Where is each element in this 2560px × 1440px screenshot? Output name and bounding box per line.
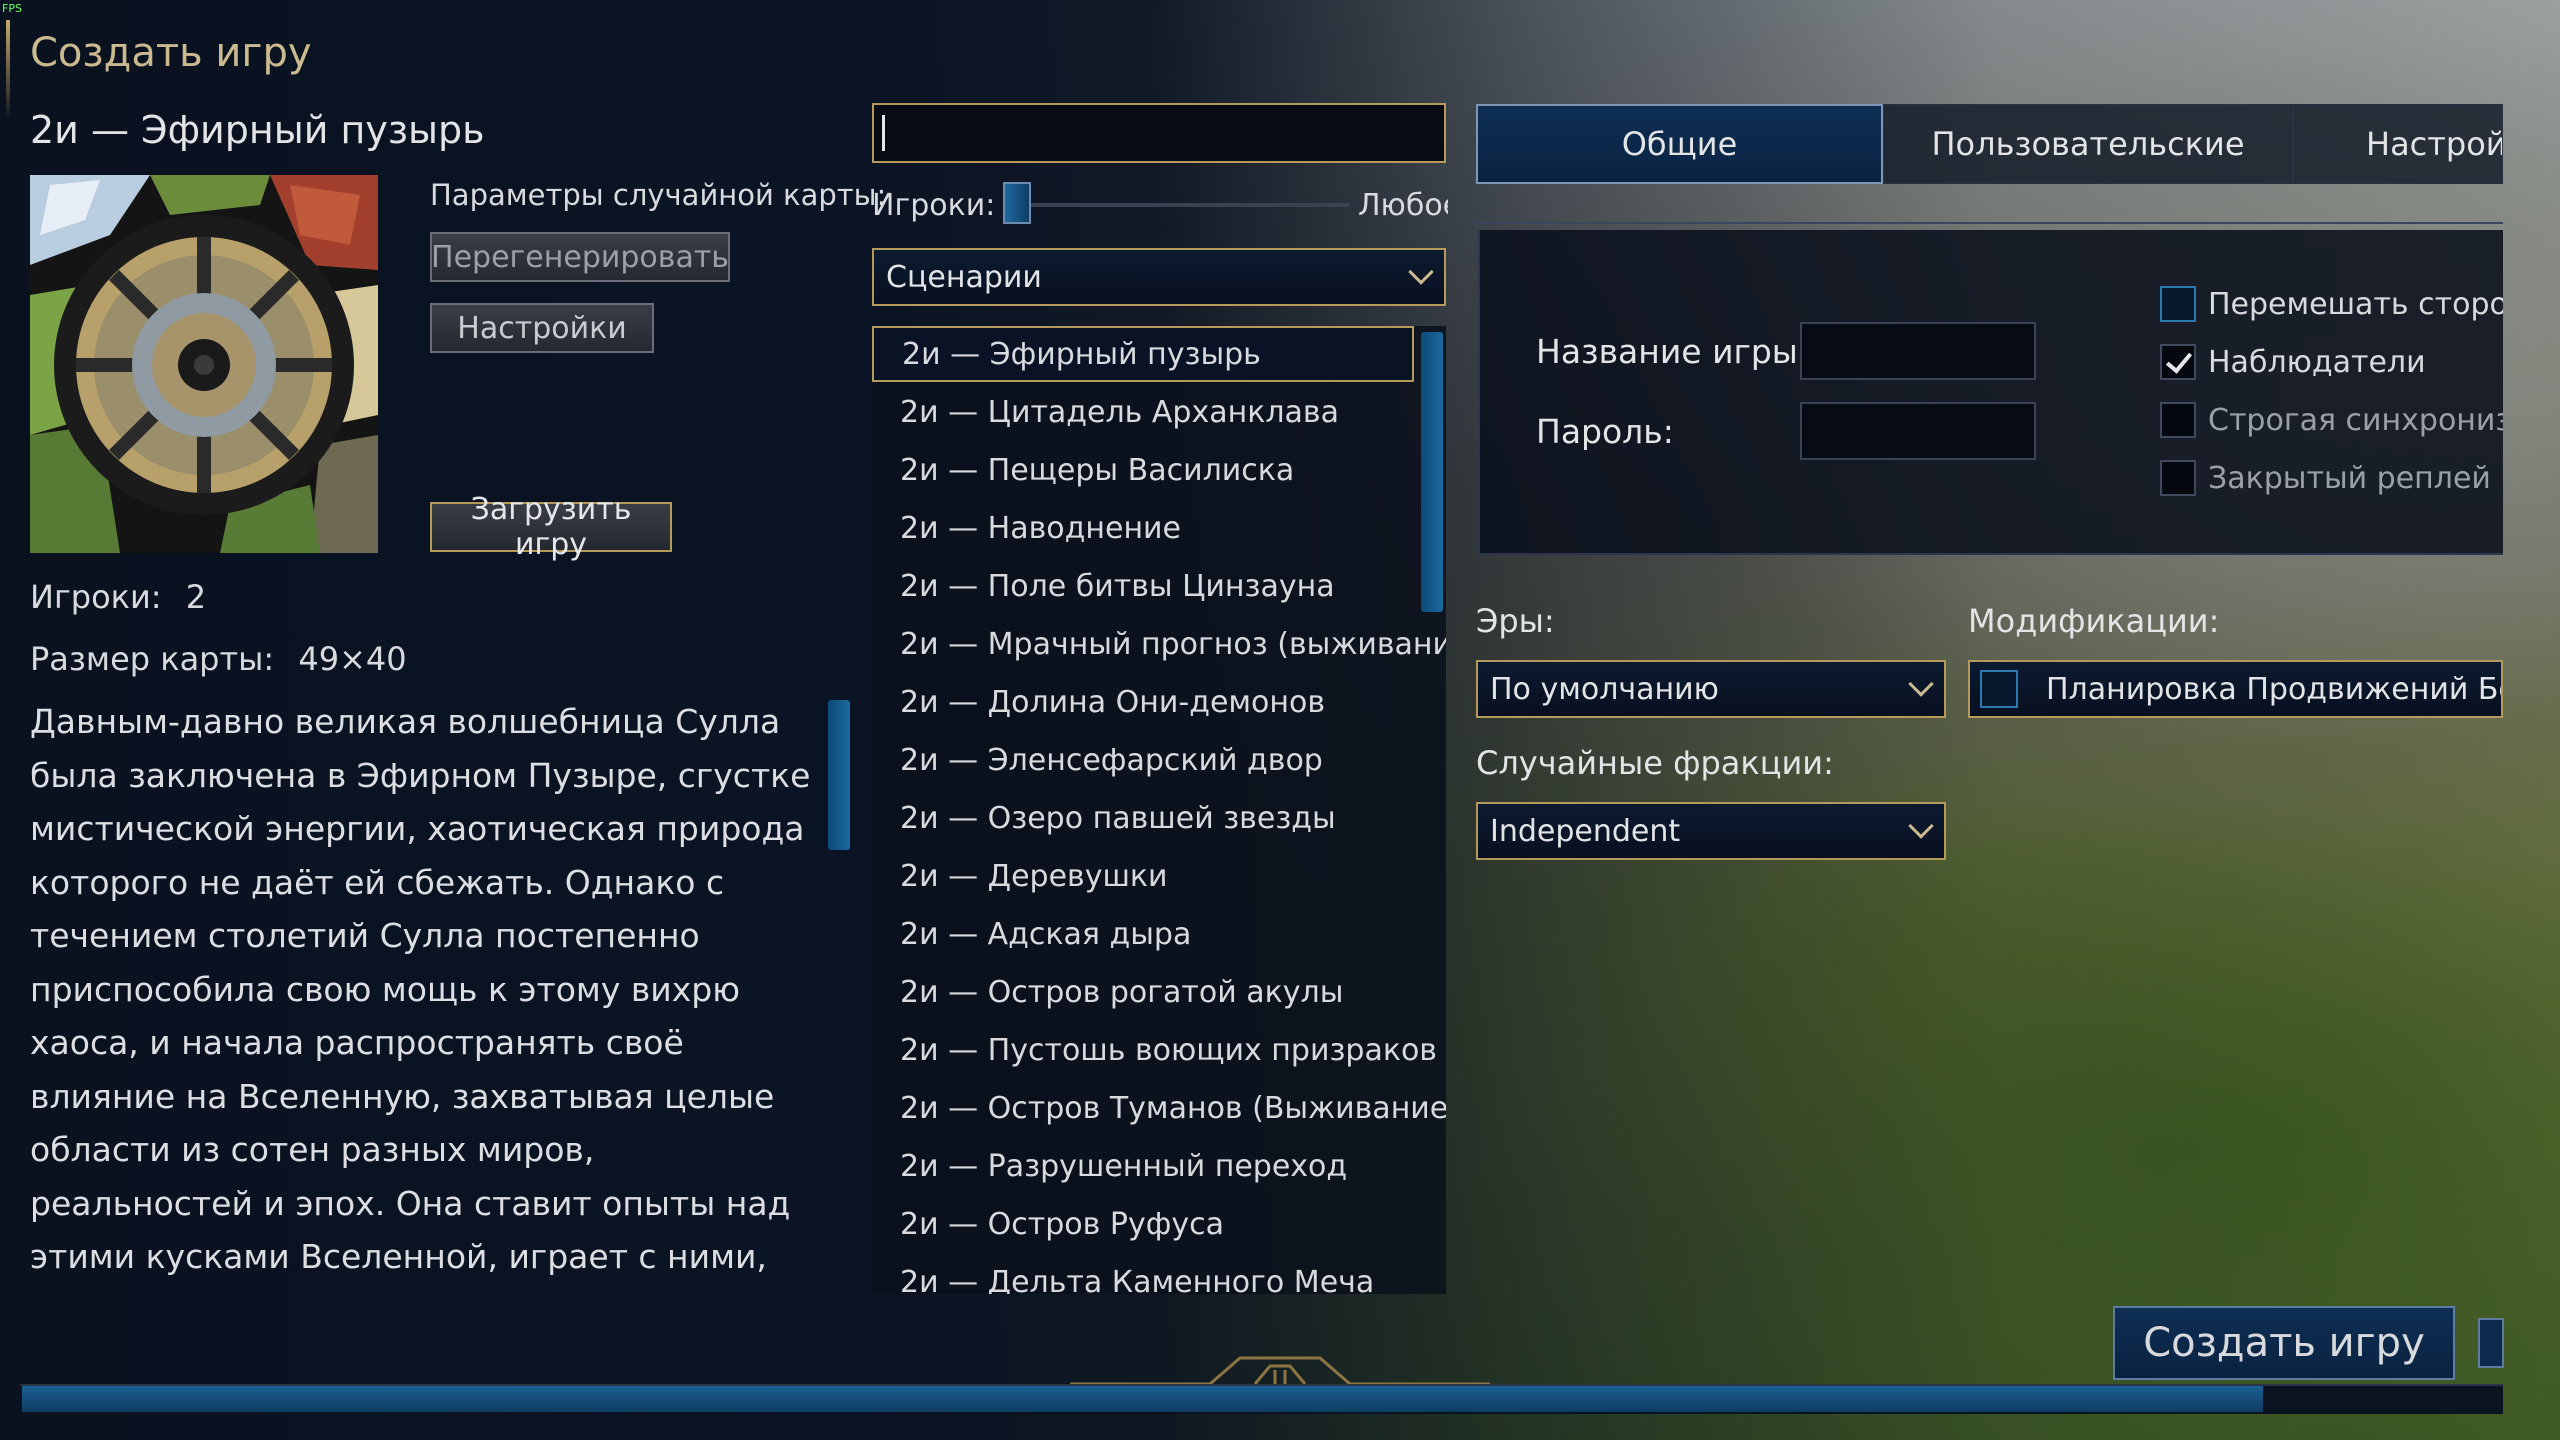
random-factions-selected: Independent xyxy=(1490,813,1681,849)
map-list-item[interactable]: 2и — Долина Они-демонов xyxy=(872,674,1414,730)
strict-sync-checkbox[interactable] xyxy=(2160,402,2196,438)
map-list-item[interactable]: 2и — Остров Туманов (Выживание) xyxy=(872,1080,1446,1136)
description-scrollbar[interactable] xyxy=(828,700,850,850)
strict-sync-label: Строгая синхронизация xyxy=(2208,402,2503,438)
game-name-field[interactable] xyxy=(1800,322,2036,380)
random-map-params-label: Параметры случайной карты: xyxy=(430,178,887,212)
regenerate-button[interactable]: Перегенерировать xyxy=(430,232,730,282)
map-list-item[interactable]: 2и — Эфирный пузырь xyxy=(872,326,1414,382)
map-list-item[interactable]: 2и — Поле битвы Цинзауна xyxy=(872,558,1414,614)
tab-custom[interactable]: Пользовательские xyxy=(1883,104,2293,184)
tabs-divider xyxy=(1476,222,2503,224)
chevron-down-icon xyxy=(1408,259,1434,285)
map-players-info: Игроки: 2 xyxy=(30,578,206,616)
players-slider-track[interactable] xyxy=(1020,203,1350,207)
map-list-item[interactable]: 2и — Пещеры Василиска xyxy=(872,442,1414,498)
map-players-value: 2 xyxy=(185,578,207,616)
game-name-label: Название игры: xyxy=(1536,332,1809,371)
strict-sync-option[interactable]: Строгая синхронизация xyxy=(2160,400,2503,440)
map-list-item[interactable]: 2и — Цитадель Арханклава xyxy=(872,384,1414,440)
tab-general[interactable]: Общие xyxy=(1476,104,1883,184)
map-type-selected: Сценарии xyxy=(886,259,1042,295)
minimap-preview xyxy=(30,175,378,553)
ornament-icon xyxy=(1070,1356,1490,1386)
create-game-button[interactable]: Создать игру xyxy=(2113,1306,2455,1380)
shuffle-sides-checkbox[interactable] xyxy=(2160,286,2196,322)
observers-label: Наблюдатели xyxy=(2208,344,2426,380)
shuffle-sides-option[interactable]: Перемешать стороны xyxy=(2160,284,2503,324)
map-size-info: Размер карты: 49×40 xyxy=(30,640,407,678)
map-list-item[interactable]: 2и — Деревушки xyxy=(872,848,1414,904)
chevron-down-icon xyxy=(1908,813,1934,839)
shuffle-sides-label: Перемешать стороны xyxy=(2208,286,2503,322)
password-field[interactable] xyxy=(1800,402,2036,460)
selected-map-name: 2и — Эфирный пузырь xyxy=(30,108,485,152)
tab-settings[interactable]: Настройки xyxy=(2293,104,2503,184)
random-factions-dropdown[interactable]: Independent xyxy=(1476,802,1946,860)
chevron-down-icon xyxy=(1908,671,1934,697)
random-factions-label: Случайные фракции: xyxy=(1476,744,1834,782)
private-replay-label: Закрытый реплей xyxy=(2208,460,2491,496)
players-filter-value: Любое xyxy=(1358,188,1448,223)
observers-checkbox[interactable] xyxy=(2160,344,2196,380)
private-replay-checkbox[interactable] xyxy=(2160,460,2196,496)
map-list-scrollbar[interactable] xyxy=(1421,332,1443,612)
mod-checkbox[interactable] xyxy=(1980,670,2018,708)
minimap-image xyxy=(30,175,378,553)
private-replay-option[interactable]: Закрытый реплей xyxy=(2160,458,2503,498)
map-list-item[interactable]: 2и — Остров Руфуса xyxy=(872,1196,1414,1252)
password-label: Пароль: xyxy=(1536,412,1674,451)
map-list-item[interactable]: 2и — Эленсефарский двор xyxy=(872,732,1414,788)
map-search-input[interactable] xyxy=(872,103,1446,163)
players-filter-label: Игроки: xyxy=(872,188,996,223)
map-list-item[interactable]: 2и — Разрушенный переход xyxy=(872,1138,1414,1194)
load-game-button[interactable]: Загрузить игру xyxy=(430,492,672,562)
create-game-side-button[interactable] xyxy=(2478,1318,2504,1368)
progress-bar-fill xyxy=(22,1386,2263,1412)
map-list-item[interactable]: 2и — Дельта Каменного Меча xyxy=(872,1254,1414,1295)
map-list-item[interactable]: 2и — Озеро павшей звезды xyxy=(872,790,1414,846)
fps-counter: FPS xyxy=(2,2,22,15)
mod-label: Планировка Продвижений Бойцов xyxy=(2046,671,2501,707)
players-slider-handle[interactable] xyxy=(1003,182,1031,224)
map-description: Давным-давно великая волшебница Сулла бы… xyxy=(30,702,811,1295)
map-list-item[interactable]: 2и — Наводнение xyxy=(872,500,1414,556)
map-list-item[interactable]: 2и — Мрачный прогноз (выживание) xyxy=(872,616,1446,672)
map-type-dropdown[interactable]: Сценарии xyxy=(872,248,1446,306)
map-list-item[interactable]: 2и — Остров рогатой акулы xyxy=(872,964,1414,1020)
observers-option[interactable]: Наблюдатели xyxy=(2160,342,2503,382)
map-players-label: Игроки: xyxy=(30,578,162,616)
title-accent xyxy=(6,20,10,120)
map-list-item[interactable]: 2и — Адская дыра xyxy=(872,906,1414,962)
map-list: 2и — Эфирный пузырь 2и — Цитадель Арханкл… xyxy=(872,326,1446,1294)
map-list-item[interactable]: 2и — Пустошь воющих призраков xyxy=(872,1022,1437,1078)
mods-label: Модификации: xyxy=(1968,602,2220,640)
map-size-value: 49×40 xyxy=(298,640,407,678)
eras-selected: По умолчанию xyxy=(1490,671,1719,707)
mods-list-item[interactable]: Планировка Продвижений Бойцов xyxy=(1968,660,2503,718)
page-title: Создать игру xyxy=(30,30,312,76)
game-settings-panel xyxy=(1478,230,2503,555)
eras-dropdown[interactable]: По умолчанию xyxy=(1476,660,1946,718)
text-caret xyxy=(882,115,885,151)
random-map-settings-button[interactable]: Настройки xyxy=(430,303,654,353)
map-size-label: Размер карты: xyxy=(30,640,275,678)
eras-label: Эры: xyxy=(1476,602,1555,640)
